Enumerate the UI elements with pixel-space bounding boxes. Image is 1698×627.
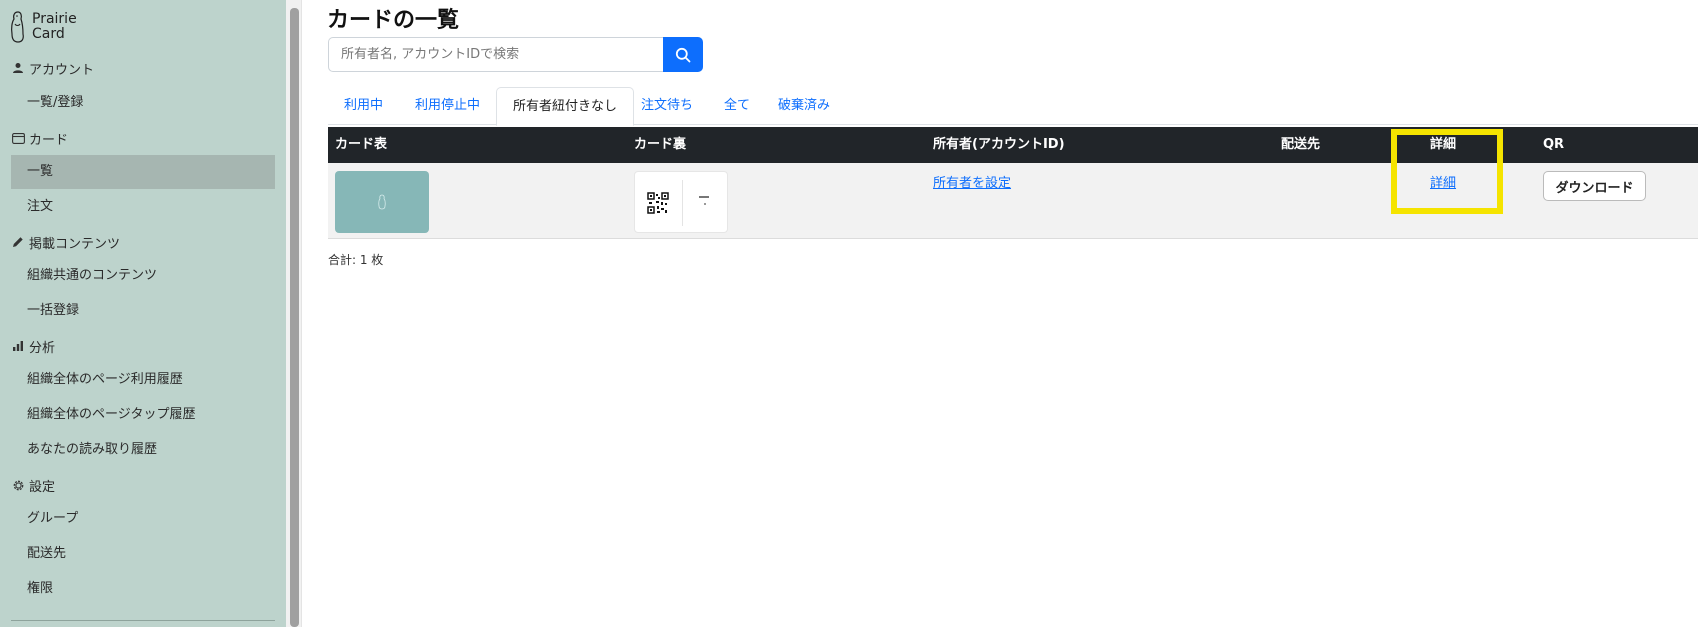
sidebar-item-account-list[interactable]: 一覧/登録: [27, 92, 83, 114]
sidebar-item-shared-content[interactable]: 組織共通のコンテンツ: [27, 265, 157, 287]
search-icon: [675, 47, 691, 62]
total-count: 合計: 1 枚: [328, 253, 384, 267]
card-table: カード表 カード裏 所有者(アカウントID) 配送先 詳細 QR 所有者を設定 …: [328, 127, 1698, 239]
card-back-text-mark: [699, 196, 709, 198]
sidebar-item-card-list[interactable]: 一覧: [11, 155, 275, 189]
table-header: カード表 カード裏 所有者(アカウントID) 配送先 詳細 QR: [328, 127, 1698, 163]
search-button[interactable]: [663, 37, 703, 72]
card-back-dot-mark: [704, 203, 706, 205]
sidebar-divider: [11, 620, 275, 621]
tab-no-owner[interactable]: 所有者紐付きなし: [496, 87, 635, 126]
column-header-qr: QR: [1543, 137, 1565, 152]
search-bar: [328, 37, 703, 72]
logo-text: Prairie Card: [32, 12, 77, 42]
tab-in-use[interactable]: 利用中: [328, 87, 399, 125]
tab-all[interactable]: 全て: [708, 87, 766, 125]
pencil-icon: [11, 235, 25, 249]
sidebar-section-label: 分析: [29, 340, 56, 356]
sidebar-item-bulk-register[interactable]: 一括登録: [27, 300, 79, 322]
logo[interactable]: Prairie Card: [8, 10, 77, 44]
search-input[interactable]: [328, 37, 663, 72]
person-icon: [11, 61, 25, 75]
sidebar-section-settings: 設定: [11, 474, 55, 496]
sidebar-item-read-history[interactable]: あなたの読み取り履歴: [27, 439, 157, 461]
sidebar-item-card-order[interactable]: 注文: [27, 196, 53, 218]
sidebar-section-analytics: 分析: [11, 335, 55, 357]
column-header-shipping: 配送先: [1281, 137, 1321, 152]
prairie-dog-logo-icon: [378, 194, 386, 210]
sidebar-section-account: アカウント: [11, 57, 94, 79]
card-back-divider: [682, 180, 683, 226]
status-tabs: 利用中 利用停止中 所有者紐付きなし 注文待ち 全て 破棄済み: [328, 87, 1698, 126]
sidebar-item-page-usage-history[interactable]: 組織全体のページ利用履歴: [27, 369, 183, 391]
qr-code-icon: [647, 192, 669, 214]
bar-chart-icon: [11, 339, 25, 353]
card-back-image[interactable]: [634, 171, 728, 233]
tab-discarded[interactable]: 破棄済み: [762, 87, 846, 125]
detail-link[interactable]: 詳細: [1430, 172, 1456, 191]
tab-awaiting-order[interactable]: 注文待ち: [625, 87, 709, 125]
sidebar-section-label: 掲載コンテンツ: [29, 236, 121, 252]
sidebar-scrollbar-thumb[interactable]: [290, 8, 299, 627]
column-header-detail: 詳細: [1430, 137, 1457, 152]
sidebar-section-content: 掲載コンテンツ: [11, 231, 120, 253]
card-front-image[interactable]: [335, 171, 429, 233]
prairie-dog-logo-icon: [11, 11, 24, 43]
sidebar-section-label: 設定: [29, 479, 56, 495]
logo-line-2: Card: [32, 26, 65, 42]
sidebar-section-label: アカウント: [29, 62, 95, 78]
column-header-owner: 所有者(アカウントID): [933, 137, 1065, 152]
sidebar-section-card: カード: [11, 127, 68, 149]
sidebar-item-group[interactable]: グループ: [27, 508, 78, 530]
sidebar: Prairie Card アカウント 一覧/登録 カード 一覧 注文 掲載コンテ…: [0, 0, 286, 627]
logo-line-1: Prairie: [32, 11, 77, 27]
sidebar-section-label: カード: [29, 132, 69, 148]
gear-icon: [11, 478, 25, 492]
qr-download-button[interactable]: ダウンロード: [1543, 171, 1646, 201]
column-header-card-front: カード表: [335, 137, 388, 152]
sidebar-item-shipping[interactable]: 配送先: [27, 543, 66, 565]
tab-suspended[interactable]: 利用停止中: [399, 87, 496, 125]
sidebar-item-permissions[interactable]: 権限: [27, 578, 53, 600]
page-title: カードの一覧: [327, 8, 460, 33]
column-header-card-back: カード裏: [634, 137, 687, 152]
sidebar-item-page-tap-history[interactable]: 組織全体のページタップ履歴: [27, 404, 195, 426]
table-row: 所有者を設定 詳細 ダウンロード: [328, 163, 1698, 239]
set-owner-link[interactable]: 所有者を設定: [933, 172, 1011, 191]
card-icon: [11, 131, 25, 145]
